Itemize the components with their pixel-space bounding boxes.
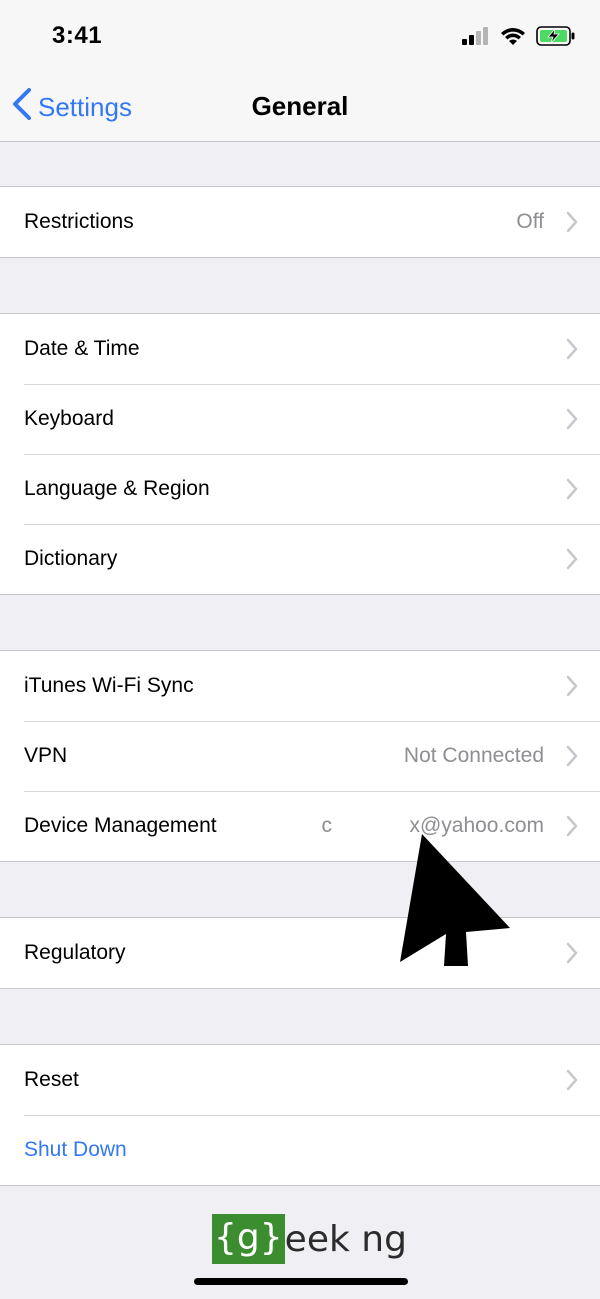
keyboard-row[interactable]: Keyboard bbox=[0, 384, 600, 454]
row-label: Keyboard bbox=[24, 407, 114, 430]
status-time: 3:41 bbox=[52, 22, 103, 49]
row-label: Device Management bbox=[24, 814, 217, 837]
vpn-row[interactable]: VPN Not Connected bbox=[0, 721, 600, 791]
row-value: Off bbox=[516, 210, 544, 233]
row-value: Not Connected bbox=[403, 744, 544, 767]
row-label: Regulatory bbox=[24, 941, 126, 964]
settings-group: Reset Shut Down bbox=[0, 1044, 600, 1186]
chevron-right-icon bbox=[566, 815, 578, 842]
row-label: Shut Down bbox=[24, 1138, 127, 1161]
row-label: iTunes Wi-Fi Sync bbox=[24, 674, 194, 697]
row-label: Restrictions bbox=[24, 210, 134, 233]
nav-bar: Settings General bbox=[0, 70, 600, 142]
chevron-right-icon bbox=[566, 745, 578, 772]
shut-down-button[interactable]: Shut Down bbox=[0, 1115, 600, 1185]
watermark-logo-text: eek ng bbox=[284, 1218, 407, 1260]
status-icons bbox=[462, 26, 576, 51]
dictionary-row[interactable]: Dictionary bbox=[0, 524, 600, 594]
cellular-signal-icon bbox=[462, 27, 490, 50]
language-region-row[interactable]: Language & Region bbox=[0, 454, 600, 524]
chevron-right-icon bbox=[566, 548, 578, 575]
settings-group: Restrictions Off bbox=[0, 186, 600, 258]
row-label: Date & Time bbox=[24, 337, 140, 360]
reset-row[interactable]: Reset bbox=[0, 1045, 600, 1115]
row-value-partial: c bbox=[321, 814, 333, 837]
restrictions-row[interactable]: Restrictions Off bbox=[0, 187, 600, 257]
page-title: General bbox=[251, 91, 349, 121]
annotation-arrow-icon bbox=[396, 832, 514, 973]
row-label: VPN bbox=[24, 744, 68, 767]
settings-group: iTunes Wi-Fi Sync VPN Not Connected Devi… bbox=[0, 650, 600, 862]
chevron-right-icon bbox=[566, 942, 578, 969]
home-indicator bbox=[194, 1278, 408, 1285]
row-label: Dictionary bbox=[24, 547, 118, 570]
chevron-right-icon bbox=[566, 1069, 578, 1096]
wifi-icon bbox=[500, 26, 526, 51]
status-bar: 3:41 bbox=[0, 0, 600, 70]
itunes-wifi-sync-row[interactable]: iTunes Wi-Fi Sync bbox=[0, 651, 600, 721]
row-label: Reset bbox=[24, 1068, 79, 1091]
chevron-right-icon bbox=[566, 338, 578, 365]
battery-charging-icon bbox=[536, 26, 576, 51]
chevron-right-icon bbox=[566, 408, 578, 435]
date-time-row[interactable]: Date & Time bbox=[0, 314, 600, 384]
settings-group: Date & Time Keyboard Language & Region D… bbox=[0, 313, 600, 595]
chevron-right-icon bbox=[566, 478, 578, 505]
chevron-right-icon bbox=[566, 211, 578, 238]
watermark-logo: {g} eek ng bbox=[212, 1214, 407, 1264]
chevron-right-icon bbox=[566, 675, 578, 702]
row-label: Language & Region bbox=[24, 477, 210, 500]
watermark-logo-box: {g} bbox=[212, 1214, 285, 1264]
